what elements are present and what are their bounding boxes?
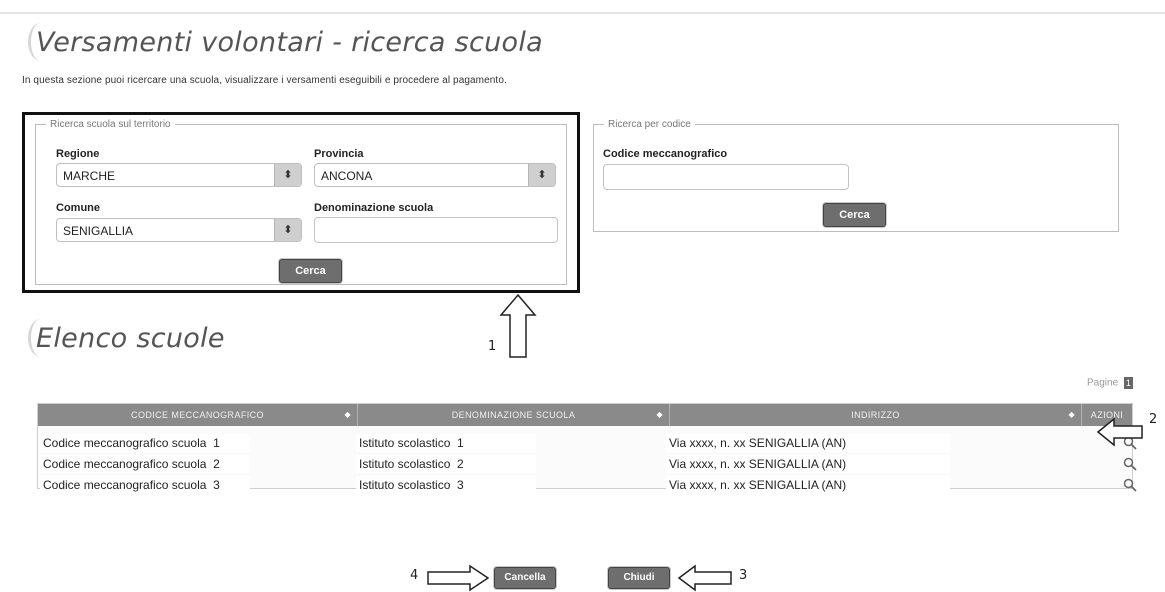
table-row[interactable]: Codice meccanografico scuola 1 Istituto … <box>38 433 1137 453</box>
cell-address: Via xxxx, n. xx SENIGALLIA (AN) <box>666 476 950 494</box>
magnifier-icon[interactable] <box>1123 457 1137 471</box>
regione-label: Regione <box>56 148 100 160</box>
denominazione-input[interactable] <box>314 217 558 243</box>
code-search-legend: Ricerca per codice <box>608 119 691 130</box>
table-row[interactable]: Codice meccanografico scuola 2 Istituto … <box>38 454 1137 474</box>
provincia-select[interactable]: ANCONA ⬍ <box>314 163 556 187</box>
name-text: Istituto scolastico <box>359 478 451 492</box>
select-arrows-icon: ⬍ <box>274 164 301 186</box>
select-arrows-icon: ⬍ <box>274 219 301 241</box>
name-number: 2 <box>457 457 464 471</box>
code-text: Codice meccanografico scuola <box>43 436 207 450</box>
annotation-arrow-left-icon <box>677 564 732 592</box>
column-header-label: CODICE MECCANOGRAFICO <box>131 410 264 420</box>
comune-select[interactable]: SENIGALLIA ⬍ <box>56 218 302 242</box>
page-title: Versamenti volontari - ricerca scuola <box>28 23 544 61</box>
code-text: Codice meccanografico scuola <box>43 457 207 471</box>
select-arrows-icon: ⬍ <box>528 164 555 186</box>
column-header-name[interactable]: DENOMINAZIONE SCUOLA ◆ <box>358 404 670 426</box>
name-text: Istituto scolastico <box>359 457 451 471</box>
cell-name: Istituto scolastico 3 <box>356 476 536 494</box>
cancel-button[interactable]: Cancella <box>494 567 556 589</box>
sort-icon: ◆ <box>344 410 351 419</box>
territory-search-highlight: Ricerca scuola sul territorio Regione MA… <box>22 112 580 293</box>
annotation-arrow-up-icon <box>499 293 537 358</box>
page-title-text: Versamenti volontari - ricerca scuola <box>36 27 544 58</box>
title-decoration <box>28 319 53 357</box>
name-number: 1 <box>457 436 464 450</box>
title-decoration <box>28 23 53 61</box>
column-header-label: INDIRIZZO <box>851 410 900 420</box>
annotation-number-2: 2 <box>1149 412 1158 427</box>
results-title: Elenco scuole <box>28 319 225 357</box>
column-header-address[interactable]: INDIRIZZO ◆ <box>670 404 1082 426</box>
sort-icon: ◆ <box>656 410 663 419</box>
intro-text: In questa sezione puoi ricercare una scu… <box>22 75 507 86</box>
code-number: 3 <box>213 478 220 492</box>
results-title-text: Elenco scuole <box>36 323 225 354</box>
code-number: 1 <box>213 436 220 450</box>
denominazione-label: Denominazione scuola <box>314 202 434 214</box>
table-header: CODICE MECCANOGRAFICO ◆ DENOMINAZIONE SC… <box>38 404 1132 426</box>
cell-name: Istituto scolastico 1 <box>356 434 536 452</box>
column-header-label: DENOMINAZIONE SCUOLA <box>451 410 576 420</box>
cell-address: Via xxxx, n. xx SENIGALLIA (AN) <box>666 455 950 473</box>
annotation-arrow-left-icon <box>1096 417 1143 447</box>
annotation-number-1: 1 <box>488 339 497 354</box>
magnifier-icon[interactable] <box>1123 478 1137 492</box>
close-button[interactable]: Chiudi <box>608 567 670 589</box>
territory-search-legend: Ricerca scuola sul territorio <box>50 119 171 130</box>
code-number: 2 <box>213 457 220 471</box>
cell-address: Via xxxx, n. xx SENIGALLIA (AN) <box>666 434 950 452</box>
top-divider <box>0 12 1165 14</box>
code-label: Codice meccanografico <box>603 148 728 160</box>
pager: Pagine 1 <box>1087 377 1133 389</box>
comune-value: SENIGALLIA <box>63 224 134 238</box>
annotation-number-4: 4 <box>410 568 419 583</box>
regione-value: MARCHE <box>63 169 116 183</box>
comune-label: Comune <box>56 202 100 214</box>
code-search-button[interactable]: Cerca <box>823 203 886 227</box>
name-text: Istituto scolastico <box>359 436 451 450</box>
provincia-value: ANCONA <box>321 169 373 183</box>
regione-select[interactable]: MARCHE ⬍ <box>56 163 302 187</box>
schools-table: CODICE MECCANOGRAFICO ◆ DENOMINAZIONE SC… <box>37 403 1137 494</box>
name-number: 3 <box>457 478 464 492</box>
cell-code: Codice meccanografico scuola 3 <box>40 476 250 494</box>
code-text: Codice meccanografico scuola <box>43 478 207 492</box>
cell-code: Codice meccanografico scuola 1 <box>40 434 250 452</box>
provincia-label: Provincia <box>314 148 364 160</box>
column-header-code[interactable]: CODICE MECCANOGRAFICO ◆ <box>38 404 358 426</box>
territory-search-button[interactable]: Cerca <box>279 259 342 283</box>
pager-page-1[interactable]: 1 <box>1123 377 1133 389</box>
annotation-arrow-right-icon <box>427 564 490 592</box>
cell-name: Istituto scolastico 2 <box>356 455 536 473</box>
table-row[interactable]: Codice meccanografico scuola 3 Istituto … <box>38 475 1137 495</box>
pager-label: Pagine <box>1087 377 1119 389</box>
code-input[interactable] <box>603 164 849 190</box>
annotation-number-3: 3 <box>739 568 748 583</box>
cell-code: Codice meccanografico scuola 2 <box>40 455 250 473</box>
sort-icon: ◆ <box>1068 410 1075 419</box>
